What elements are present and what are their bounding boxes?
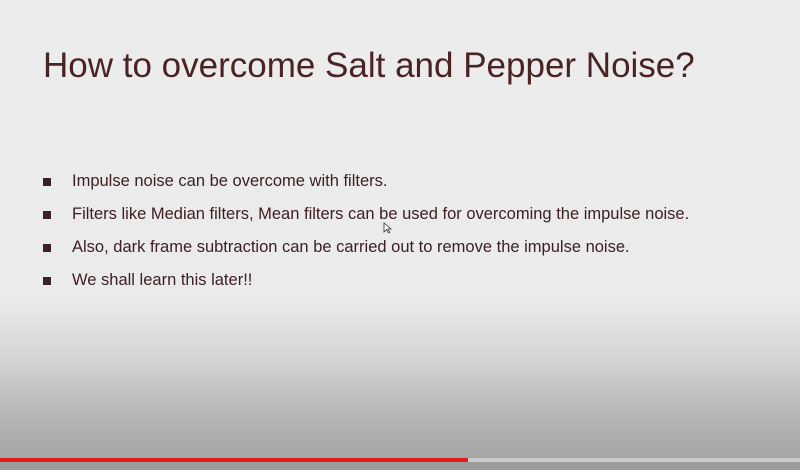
list-item: Filters like Median filters, Mean filter… [43,203,703,225]
square-bullet-icon [43,277,51,285]
bullet-text: Also, dark frame subtraction can be carr… [72,238,630,256]
bullet-text: We shall learn this later!! [72,271,253,289]
list-item: We shall learn this later!! [43,269,703,291]
list-item: Also, dark frame subtraction can be carr… [43,236,703,258]
player-controls-strip [0,462,800,470]
slide: How to overcome Salt and Pepper Noise? I… [0,0,800,470]
square-bullet-icon [43,178,51,186]
bullet-list: Impulse noise can be overcome with filte… [43,170,703,302]
square-bullet-icon [43,244,51,252]
bullet-text: Filters like Median filters, Mean filter… [72,205,690,223]
bullet-text: Impulse noise can be overcome with filte… [72,172,388,190]
square-bullet-icon [43,211,51,219]
list-item: Impulse noise can be overcome with filte… [43,170,703,192]
slide-title: How to overcome Salt and Pepper Noise? [43,46,695,85]
mouse-cursor-icon [383,222,393,234]
